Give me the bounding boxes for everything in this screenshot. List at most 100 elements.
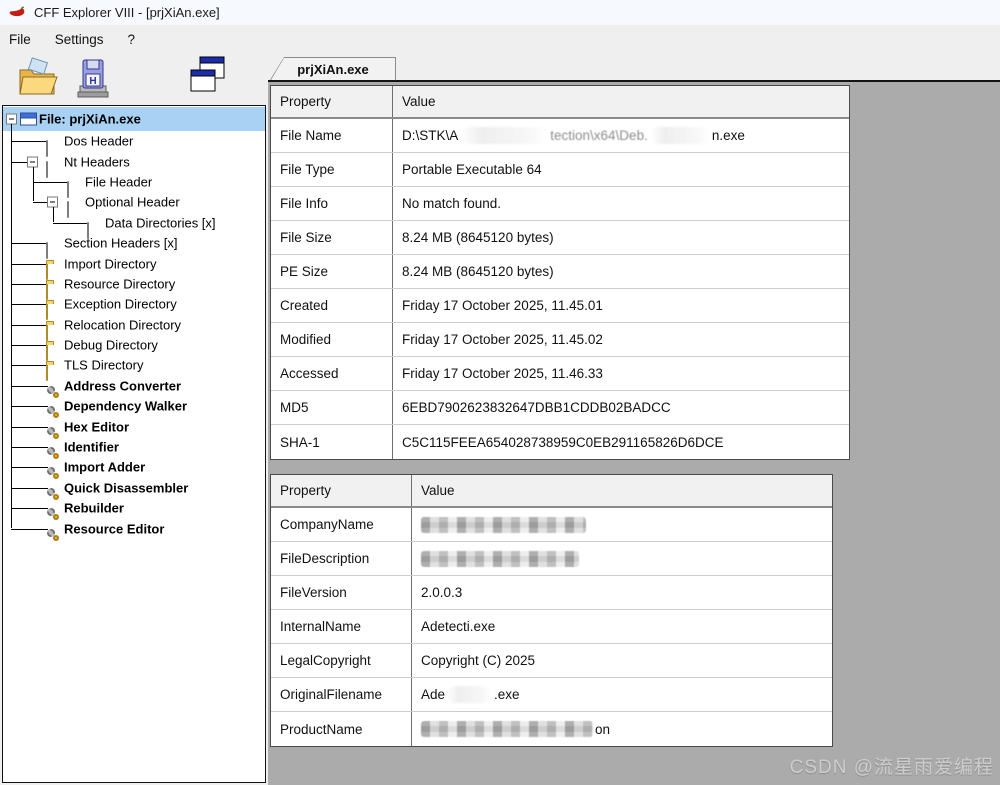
- tree-item-optional-header[interactable]: Optional Header: [3, 192, 265, 212]
- table-row-fileversion[interactable]: FileVersion2.0.0.3: [271, 576, 832, 610]
- tree-item-file-header[interactable]: File Header: [3, 172, 265, 192]
- table-row-file-name[interactable]: File NameD:\STK\Atection\x64\Deb.n.exe: [271, 119, 849, 153]
- table-row-file-type[interactable]: File TypePortable Executable 64: [271, 153, 849, 187]
- tree-connector-line: [11, 162, 27, 163]
- property-cell: CompanyName: [271, 508, 412, 541]
- save-file-button[interactable]: H: [72, 56, 112, 105]
- file-info-body: File NameD:\STK\Atection\x64\Deb.n.exeFi…: [271, 119, 849, 459]
- value-text: 2.0.0.3: [421, 585, 462, 600]
- value-text: No match found.: [402, 196, 501, 211]
- redacted-mosaic: [421, 517, 586, 533]
- redacted-smudge: [447, 686, 492, 703]
- tree-item-label: Exception Directory: [64, 297, 177, 312]
- tree-connector-line: [11, 325, 48, 326]
- table-row-created[interactable]: CreatedFriday 17 October 2025, 11.45.01: [271, 289, 849, 323]
- table-row-legalcopyright[interactable]: LegalCopyright Copyright (C) 2025: [271, 644, 832, 678]
- tree-item-data-directories-x[interactable]: Data Directories [x]: [3, 213, 265, 233]
- tree-connector-line: [11, 141, 48, 142]
- tree-item-hex-editor[interactable]: Hex Editor: [3, 416, 265, 436]
- tree-connector-line: [11, 467, 48, 468]
- tree-connector-line: [11, 365, 48, 366]
- value-cell: Adetecti.exe: [412, 610, 832, 643]
- open-file-button[interactable]: [16, 56, 58, 105]
- tree-connector-line: [11, 304, 48, 305]
- table-row-sha-1[interactable]: SHA-1C5C115FEEA654028738959C0EB291165826…: [271, 425, 849, 459]
- tree-connector-line: [11, 243, 48, 244]
- property-cell: File Name: [271, 119, 393, 152]
- value-cell: 8.24 MB (8645120 bytes): [393, 255, 849, 288]
- tree-connector-line: [11, 406, 48, 407]
- menu-settings[interactable]: Settings: [55, 32, 104, 47]
- tab-prjxian[interactable]: prjXiAn.exe: [270, 57, 396, 80]
- file-info-table: Property Value File NameD:\STK\Atection\…: [270, 85, 850, 460]
- table-row-companyname[interactable]: CompanyName: [271, 508, 832, 542]
- window-icon: [20, 113, 37, 126]
- tree-item-tls-directory[interactable]: TLS Directory: [3, 355, 265, 375]
- table-row-md5[interactable]: MD56EBD7902623832647DBB1CDDB02BADCC: [271, 391, 849, 425]
- tree-item-label: Rebuilder: [64, 501, 124, 516]
- title-bar[interactable]: CFF Explorer VIII - [prjXiAn.exe]: [0, 0, 1000, 25]
- tree-item-dependency-walker[interactable]: Dependency Walker: [3, 396, 265, 416]
- value-cell: No match found.: [393, 187, 849, 220]
- tree-item-import-directory[interactable]: Import Directory: [3, 253, 265, 273]
- tree-item-import-adder[interactable]: Import Adder: [3, 457, 265, 477]
- tree-item-label: Dependency Walker: [64, 399, 187, 414]
- tree-item-address-converter[interactable]: Address Converter: [3, 376, 265, 396]
- table-row-originalfilename[interactable]: OriginalFilenameAde.exe: [271, 678, 832, 712]
- tree-item-section-headers-x[interactable]: Section Headers [x]: [3, 233, 265, 253]
- tree-item-label: Import Adder: [64, 460, 145, 475]
- cascade-windows-button[interactable]: [186, 54, 228, 105]
- tree-item-identifier[interactable]: Identifier: [3, 437, 265, 457]
- table-row-productname[interactable]: ProductNameon: [271, 712, 832, 746]
- tree-item-nt-headers[interactable]: Nt Headers: [3, 151, 265, 171]
- header-property: Property: [271, 475, 412, 506]
- collapse-minus-icon[interactable]: [47, 197, 58, 208]
- value-text: Copyright (C) 2025: [421, 653, 535, 668]
- navigation-tree: File: prjXiAn.exe Dos Header Nt HeadersFil…: [3, 106, 265, 539]
- tree-connector-line: [11, 508, 48, 509]
- open-folder-icon: [16, 56, 58, 100]
- redacted-smudge: [650, 127, 710, 144]
- tree-connector-line: [11, 345, 48, 346]
- value-text: 8.24 MB (8645120 bytes): [402, 264, 554, 279]
- property-cell: File Info: [271, 187, 393, 220]
- table-row-pe-size[interactable]: PE Size8.24 MB (8645120 bytes): [271, 255, 849, 289]
- property-cell: LegalCopyright: [271, 644, 412, 677]
- navigation-tree-panel: File: prjXiAn.exe Dos Header Nt HeadersFil…: [2, 105, 266, 783]
- table-row-filedescription[interactable]: FileDescription: [271, 542, 832, 576]
- tree-item-rebuilder[interactable]: Rebuilder: [3, 498, 265, 518]
- tree-item-label: TLS Directory: [64, 358, 143, 373]
- collapse-minus-icon[interactable]: [6, 114, 17, 125]
- tree-item-file-prjxian-exe[interactable]: File: prjXiAn.exe: [3, 107, 265, 131]
- tree-item-quick-disassembler[interactable]: Quick Disassembler: [3, 478, 265, 498]
- tree-item-resource-directory[interactable]: Resource Directory: [3, 274, 265, 294]
- table-row-accessed[interactable]: AccessedFriday 17 October 2025, 11.46.33: [271, 357, 849, 391]
- tree-item-relocation-directory[interactable]: Relocation Directory: [3, 315, 265, 335]
- property-cell: MD5: [271, 391, 393, 424]
- property-cell: OriginalFilename: [271, 678, 412, 711]
- value-cell: Friday 17 October 2025, 11.45.01: [393, 289, 849, 322]
- tree-item-label: Resource Directory: [64, 276, 175, 291]
- value-text: Friday 17 October 2025, 11.45.01: [402, 298, 603, 313]
- table-row-file-size[interactable]: File Size8.24 MB (8645120 bytes): [271, 221, 849, 255]
- tree-item-label: Dos Header: [64, 134, 133, 149]
- table-row-internalname[interactable]: InternalNameAdetecti.exe: [271, 610, 832, 644]
- table-row-modified[interactable]: ModifiedFriday 17 October 2025, 11.45.02: [271, 323, 849, 357]
- header-property: Property: [271, 86, 393, 117]
- tree-item-debug-directory[interactable]: Debug Directory: [3, 335, 265, 355]
- property-cell: InternalName: [271, 610, 412, 643]
- menu-help[interactable]: ?: [128, 32, 136, 47]
- tree-item-label: Identifier: [64, 440, 119, 455]
- tree-item-exception-directory[interactable]: Exception Directory: [3, 294, 265, 314]
- value-cell: Friday 17 October 2025, 11.45.02: [393, 323, 849, 356]
- value-text: n.exe: [712, 128, 745, 143]
- menu-file[interactable]: File: [9, 32, 31, 47]
- collapse-minus-icon[interactable]: [27, 156, 38, 167]
- tree-item-dos-header[interactable]: Dos Header: [3, 131, 265, 151]
- menu-bar: File Settings ?: [0, 25, 1000, 53]
- tree-item-resource-editor[interactable]: Resource Editor: [3, 518, 265, 538]
- value-text: C5C115FEEA654028738959C0EB291165826D6DCE: [402, 435, 723, 450]
- tree-connector-line: [53, 223, 89, 224]
- redacted-smudge: [460, 127, 548, 144]
- table-row-file-info[interactable]: File Info No match found.: [271, 187, 849, 221]
